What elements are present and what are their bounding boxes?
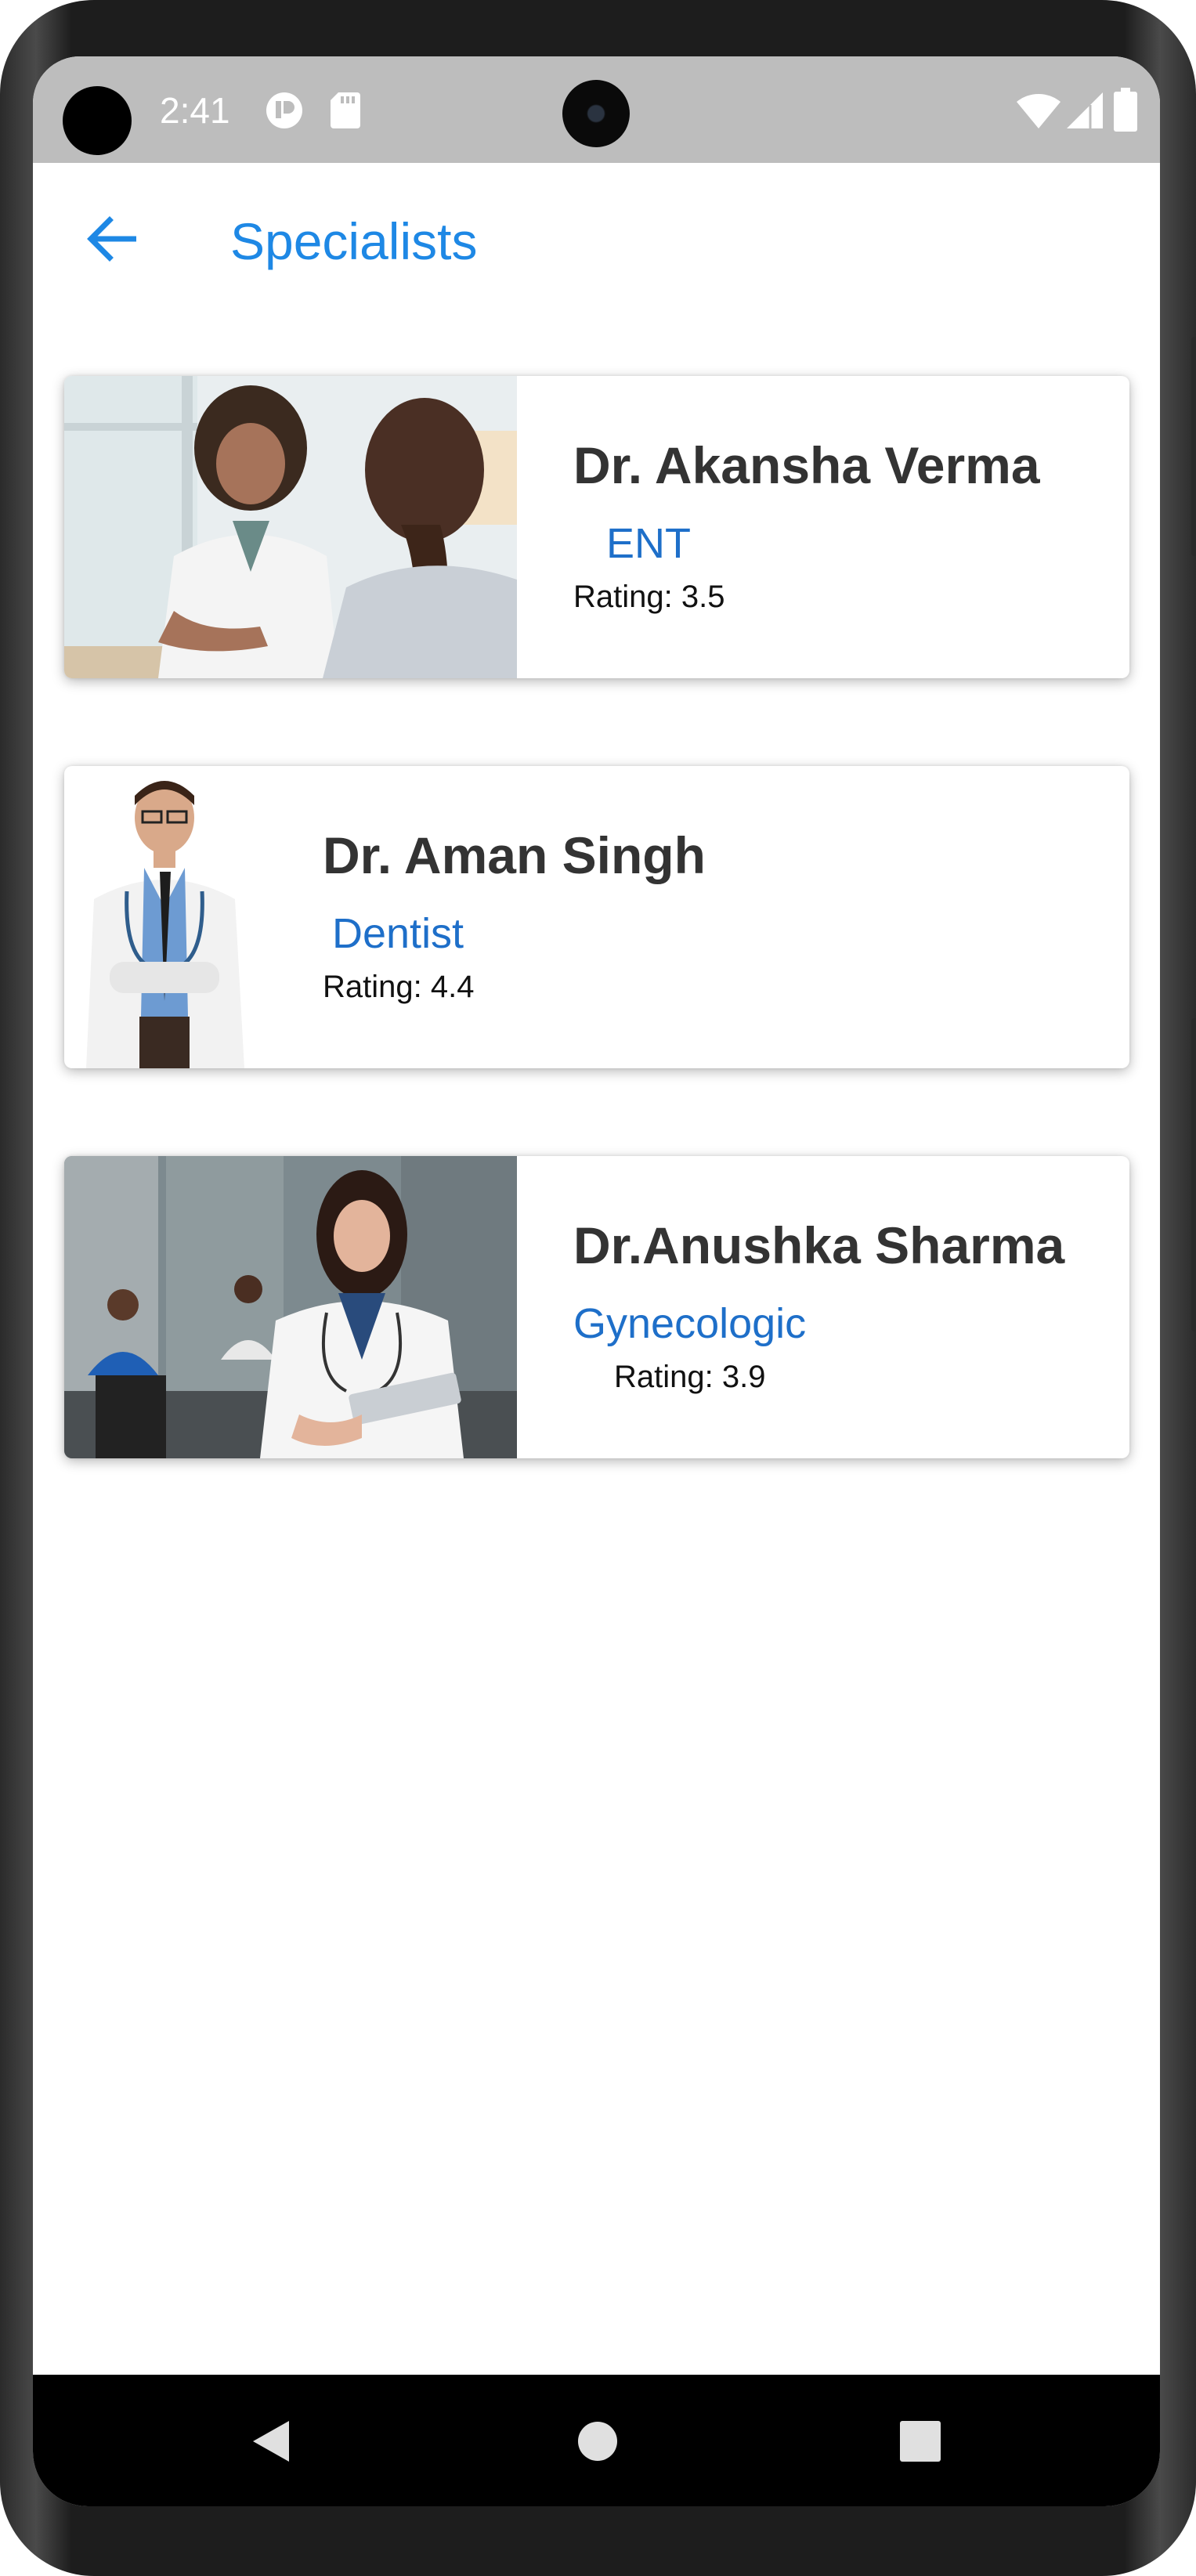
front-camera [562, 80, 630, 147]
app-bar: Specialists [33, 163, 1160, 320]
arrow-back-icon [87, 216, 136, 262]
doctor-card[interactable]: Dr.Anushka Sharma Gynecologic Rating: 3.… [64, 1156, 1129, 1458]
signal-icon [1067, 92, 1103, 132]
back-nav-icon [253, 2421, 289, 2462]
notification-icon [265, 91, 304, 134]
volume-button [1191, 1018, 1196, 1331]
doctor-name: Dr.Anushka Sharma [573, 1216, 1065, 1274]
doctor-card[interactable]: Dr. Aman Singh Dentist Rating: 4.4 [64, 766, 1129, 1068]
recents-nav-icon [900, 2421, 941, 2462]
doctor-name: Dr. Akansha Verma [573, 436, 1040, 494]
nav-back-button[interactable] [235, 2406, 305, 2477]
status-time: 2:41 [160, 90, 230, 131]
screen: 2:41 Specialists Dr. Akansha Verma ENT R… [33, 56, 1160, 2506]
doctor-consultation-photo [64, 376, 517, 678]
doctor-rating: Rating: 4.4 [323, 970, 475, 1004]
power-button [1191, 337, 1196, 556]
doctor-card[interactable]: Dr. Akansha Verma ENT Rating: 3.5 [64, 376, 1129, 678]
doctor-rating: Rating: 3.5 [573, 580, 725, 614]
phone-frame: 2:41 Specialists Dr. Akansha Verma ENT R… [0, 0, 1196, 2576]
doctor-rating: Rating: 3.9 [614, 1360, 766, 1394]
page-title: Specialists [230, 212, 478, 270]
doctor-specialty: ENT [606, 520, 691, 567]
battery-icon [1114, 88, 1137, 135]
doctor-specialty: Dentist [332, 910, 464, 957]
status-bar: 2:41 [33, 56, 1160, 163]
wifi-icon [1017, 92, 1061, 132]
female-doctor-tablet-photo [64, 1156, 517, 1458]
home-nav-icon [578, 2422, 617, 2461]
male-doctor-portrait-photo [78, 766, 251, 1068]
specialist-list: Dr. Akansha Verma ENT Rating: 3.5 Dr. Am… [64, 376, 1129, 1546]
navigation-bar [33, 2375, 1160, 2506]
nav-recents-button[interactable] [885, 2406, 956, 2477]
front-camera-left [63, 86, 132, 155]
doctor-specialty: Gynecologic [573, 1300, 807, 1347]
nav-home-button[interactable] [562, 2406, 633, 2477]
doctor-name: Dr. Aman Singh [323, 826, 706, 884]
back-button[interactable] [76, 204, 146, 274]
sd-card-icon [331, 92, 360, 132]
